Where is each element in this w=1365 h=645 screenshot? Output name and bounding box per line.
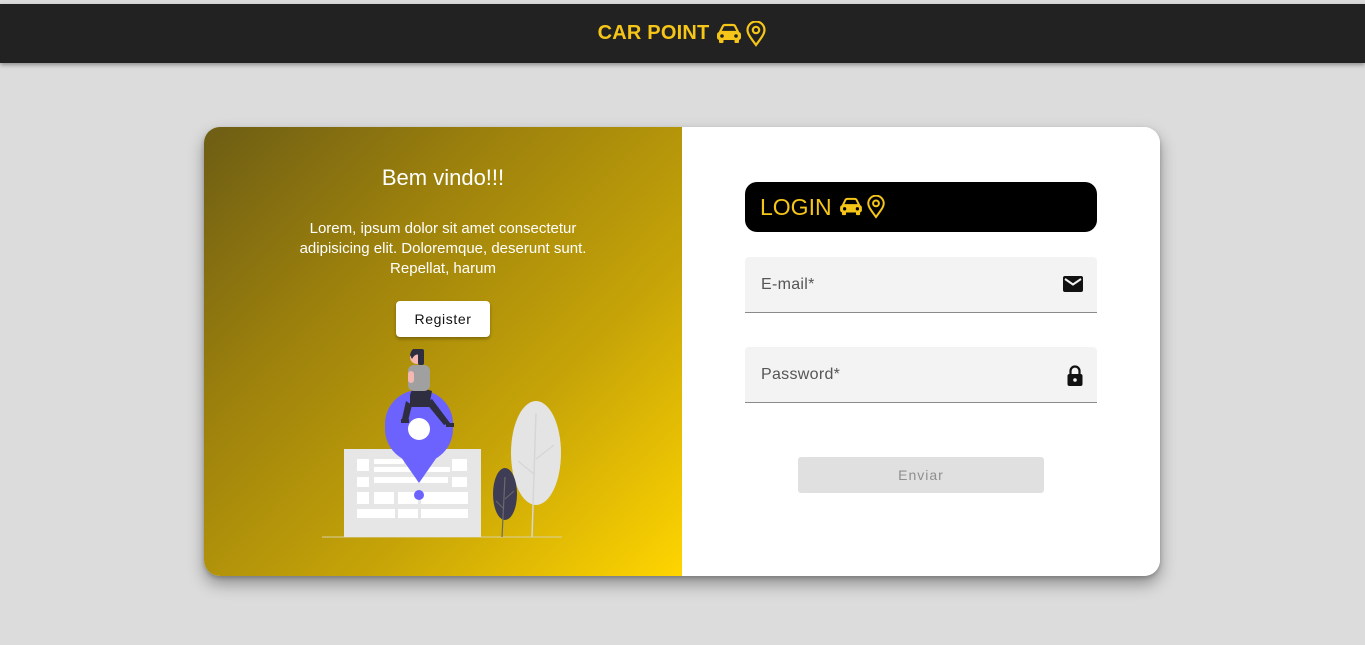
- password-input[interactable]: [745, 347, 1063, 403]
- login-panel: LOGIN E-mail* Enviar: [682, 127, 1160, 576]
- welcome-text: Lorem, ipsum dolor sit amet consectetur …: [299, 220, 587, 277]
- welcome-title: Bem vindo!!!: [381, 165, 505, 190]
- location-illustration: [322, 349, 562, 538]
- map-pin-icon: [866, 195, 885, 219]
- email-field: [745, 257, 1097, 313]
- login-title: LOGIN: [760, 193, 832, 220]
- lock-icon: [1067, 365, 1083, 386]
- mail-icon: [1063, 276, 1083, 292]
- login-card: Bem vindo!!! Lorem, ipsum dolor sit amet…: [204, 127, 1160, 576]
- top-navbar: CAR POINT: [0, 4, 1365, 63]
- password-field: [745, 347, 1097, 403]
- brand-title: CAR POINT: [597, 22, 710, 44]
- map-pin-icon: [746, 20, 767, 47]
- car-icon: [839, 197, 862, 216]
- welcome-panel: Bem vindo!!! Lorem, ipsum dolor sit amet…: [204, 127, 682, 576]
- register-button[interactable]: Register: [396, 301, 490, 337]
- email-input[interactable]: [745, 257, 1063, 313]
- login-header: LOGIN: [745, 182, 1097, 232]
- car-icon: [717, 23, 742, 43]
- brand[interactable]: CAR POINT: [597, 20, 768, 47]
- submit-button[interactable]: Enviar: [798, 457, 1044, 493]
